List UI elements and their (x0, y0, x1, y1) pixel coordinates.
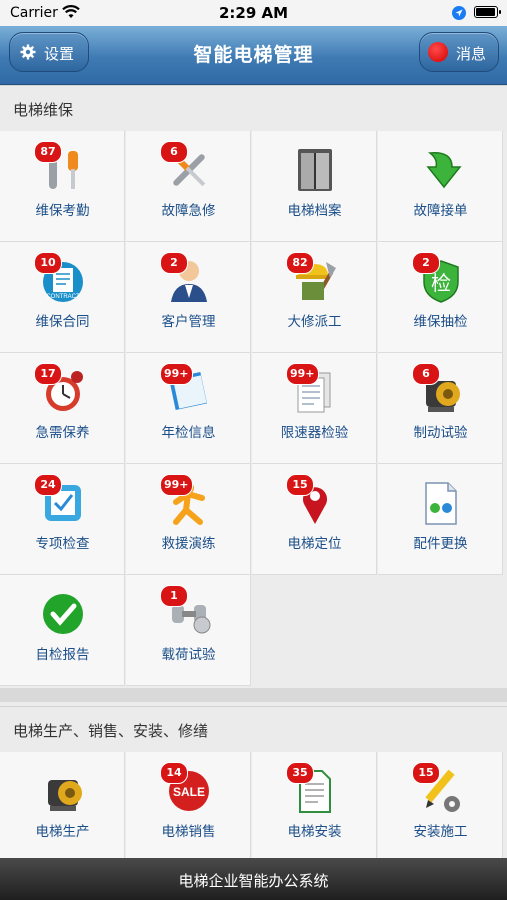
count-badge: 2 (160, 252, 188, 274)
grid-item[interactable]: CONTRACT 10 维保合同 (0, 242, 125, 353)
grid-item-label: 急需保养 (35, 425, 90, 441)
grid-item[interactable]: 故障接单 (378, 131, 503, 242)
grid-item-label: 维保合同 (35, 314, 90, 330)
file-swap-icon (425, 482, 457, 525)
location-arrow-icon (452, 6, 466, 20)
grid-item[interactable]: 99+ 年检信息 (126, 353, 251, 464)
motor-icon (48, 780, 82, 811)
section-title: 电梯生产、销售、安装、修缮 (13, 722, 209, 740)
grid-item[interactable]: 1 载荷试验 (126, 575, 251, 686)
grid-item-label: 电梯安装 (287, 824, 342, 840)
grid-item[interactable]: 87 维保考勤 (0, 131, 125, 242)
green-check-icon (43, 594, 83, 634)
grid-item[interactable]: 2 客户管理 (126, 242, 251, 353)
grid-item[interactable]: 15 安装施工 (378, 752, 503, 863)
count-badge: 6 (412, 363, 440, 385)
grid-item[interactable]: 35 电梯安装 (252, 752, 377, 863)
battery-icon (474, 6, 501, 18)
count-badge: 15 (286, 474, 314, 496)
grid-item-label: 维保考勤 (35, 203, 90, 219)
grid-item-label: 年检信息 (161, 425, 216, 441)
grid-item[interactable]: 99+ 限速器检验 (252, 353, 377, 464)
count-badge: 35 (286, 762, 314, 784)
grid-item-label: 大修派工 (287, 314, 342, 330)
count-badge: 17 (34, 363, 62, 385)
section-title: 电梯维保 (13, 101, 74, 119)
grid-item[interactable]: 99+ 救援演练 (126, 464, 251, 575)
elevator-icon (298, 149, 332, 191)
count-badge: 1 (160, 585, 188, 607)
maintenance-grid: 87 维保考勤 6 故障急修 电梯档案 故障接单 CONTRACT 10 维保合同 2 客户管理 82… (0, 131, 507, 686)
grid-item-label: 故障急修 (161, 203, 216, 219)
grid-item-label: 限速器检验 (280, 425, 349, 441)
grid-item[interactable]: 6 制动试验 (378, 353, 503, 464)
grid-item[interactable]: 24 专项检查 (0, 464, 125, 575)
grid-item-label: 电梯定位 (287, 536, 342, 552)
count-badge: 87 (34, 141, 62, 163)
count-badge: 99+ (160, 474, 193, 496)
grid-item-label: 配件更换 (413, 536, 468, 552)
grid-item-label: 故障接单 (413, 203, 468, 219)
svg-text:SALE: SALE (173, 785, 205, 799)
grid-item-label: 电梯生产 (35, 824, 90, 840)
grid-item[interactable]: 82 大修派工 (252, 242, 377, 353)
count-badge: 99+ (160, 363, 193, 385)
grid-item-label: 载荷试验 (161, 647, 216, 663)
footer-text: 电梯企业智能办公系统 (178, 872, 329, 890)
grid-item[interactable]: 自检报告 (0, 575, 125, 686)
footer-bar: 电梯企业智能办公系统 (0, 858, 507, 900)
grid-item[interactable]: 6 故障急修 (126, 131, 251, 242)
production-grid: 电梯生产 SALE 14 电梯销售 35 电梯安装 15 安装施工 (0, 752, 507, 863)
grid-item-label: 电梯销售 (161, 824, 216, 840)
svg-text:检: 检 (431, 271, 451, 295)
grid-item-label: 自检报告 (35, 647, 90, 663)
section-header-maintenance: 电梯维保 (0, 85, 507, 132)
grid-item[interactable]: SALE 14 电梯销售 (126, 752, 251, 863)
count-badge: 15 (412, 762, 440, 784)
count-badge: 6 (160, 141, 188, 163)
count-badge: 14 (160, 762, 188, 784)
count-badge: 2 (412, 252, 440, 274)
section-header-production: 电梯生产、销售、安装、修缮 (0, 706, 507, 753)
svg-text:CONTRACT: CONTRACT (46, 294, 80, 300)
count-badge: 82 (286, 252, 314, 274)
section-divider (0, 688, 507, 702)
grid-item[interactable]: 电梯档案 (252, 131, 377, 242)
message-indicator-icon (428, 42, 448, 62)
count-badge: 99+ (286, 363, 319, 385)
grid-item-label: 维保抽检 (413, 314, 468, 330)
grid-item[interactable]: 17 急需保养 (0, 353, 125, 464)
grid-item-label: 安装施工 (413, 824, 468, 840)
grid-item-label: 客户管理 (161, 314, 216, 330)
nav-bar: 设置 智能电梯管理 消息 (0, 26, 507, 85)
messages-label: 消息 (456, 45, 487, 63)
grid-item-label: 专项检查 (35, 536, 90, 552)
messages-button[interactable]: 消息 (419, 32, 499, 72)
grid-item[interactable]: 配件更换 (378, 464, 503, 575)
grid-item-label: 救援演练 (161, 536, 216, 552)
clock: 2:29 AM (218, 4, 289, 22)
grid-item[interactable]: 15 电梯定位 (252, 464, 377, 575)
status-bar: Carrier 2:29 AM (0, 0, 507, 26)
grid-item-label: 制动试验 (413, 425, 468, 441)
count-badge: 10 (34, 252, 62, 274)
grid-item[interactable]: 检 2 维保抽检 (378, 242, 503, 353)
grid-item[interactable]: 电梯生产 (0, 752, 125, 863)
green-arrow-down-icon (426, 152, 462, 189)
grid-item-label: 电梯档案 (287, 203, 342, 219)
count-badge: 24 (34, 474, 62, 496)
